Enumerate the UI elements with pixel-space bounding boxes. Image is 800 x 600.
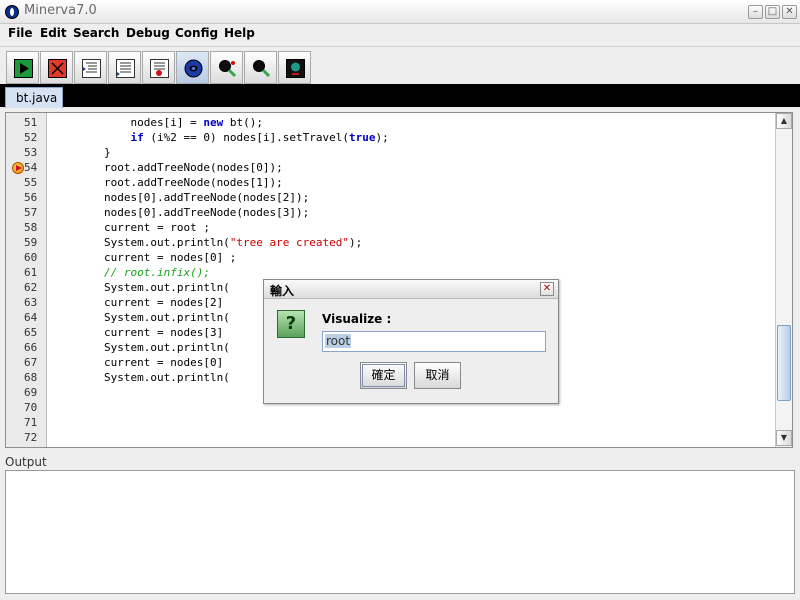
line-number: 58 [24, 221, 38, 234]
dialog-prompt: Visualize : [322, 312, 392, 326]
breakpoint-icon [150, 59, 169, 78]
code-line: current = nodes[0] ; [51, 251, 237, 264]
app-icon [5, 5, 19, 19]
line-number: 66 [24, 341, 38, 354]
minimize-button[interactable]: – [748, 5, 763, 19]
line-number: 69 [24, 386, 38, 399]
tab-bt-java[interactable]: bt.java [5, 87, 63, 108]
step-over-button[interactable] [108, 51, 141, 84]
line-number: 57 [24, 206, 38, 219]
dialog-title: 輸入 [270, 284, 295, 298]
line-number: 63 [24, 296, 38, 309]
code-line: nodes[0].addTreeNode(nodes[3]); [51, 206, 310, 219]
zoom-out-button[interactable] [244, 51, 277, 84]
line-number: 51 [24, 116, 38, 129]
line-number: 70 [24, 401, 38, 414]
menu-help[interactable]: Help [224, 26, 255, 40]
zoom-in-button[interactable] [210, 51, 243, 84]
code-line: nodes[0].addTreeNode(nodes[2]); [51, 191, 310, 204]
scrollbar-thumb[interactable] [777, 325, 791, 401]
output-label: Output [5, 455, 47, 469]
code-line: current = nodes[2] [51, 296, 224, 309]
code-line: System.out.println( [51, 371, 230, 384]
window-title: Minerva7.0 [24, 3, 97, 18]
breakpoint-button[interactable] [142, 51, 175, 84]
maximize-button[interactable]: □ [765, 5, 780, 19]
vertical-scrollbar[interactable]: ▲ ▼ [775, 113, 792, 447]
line-number: 60 [24, 251, 38, 264]
menu-search[interactable]: Search [73, 26, 119, 40]
run-button[interactable] [6, 51, 39, 84]
tab-strip: bt.java [0, 84, 800, 108]
display-button[interactable] [278, 51, 311, 84]
code-line: root.addTreeNode(nodes[1]); [51, 176, 283, 189]
stop-button[interactable] [40, 51, 73, 84]
code-line: root.addTreeNode(nodes[0]); [51, 161, 283, 174]
line-number: 54 [24, 161, 38, 174]
eye-icon [184, 59, 203, 78]
line-number: 52 [24, 131, 38, 144]
code-line: nodes[i] = new bt(); [51, 116, 263, 129]
line-number: 68 [24, 371, 38, 384]
scroll-up-arrow-icon[interactable]: ▲ [776, 113, 792, 129]
code-line: current = nodes[0] [51, 356, 224, 369]
magnifier-plus-icon [219, 60, 237, 78]
toolbar [0, 46, 800, 84]
line-number: 53 [24, 146, 38, 159]
cancel-button[interactable]: 取消 [414, 362, 461, 389]
line-number-gutter[interactable]: 51 52 53 54 55 56 57 58 59 60 61 62 63 6… [6, 113, 47, 447]
menu-file[interactable]: File [8, 26, 33, 40]
step-over-icon [116, 59, 135, 78]
dialog-close-icon[interactable]: ✕ [540, 282, 554, 296]
code-line: System.out.println( [51, 311, 230, 324]
title-bar: Minerva7.0 – □ ✕ [0, 0, 800, 24]
code-line: if (i%2 == 0) nodes[i].setTravel(true); [130, 131, 389, 144]
input-dialog: 輸入 ✕ ? Visualize : root 確定 取消 [263, 279, 559, 404]
monitor-icon [286, 59, 305, 78]
dialog-title-bar[interactable]: 輸入 ✕ [264, 280, 558, 299]
line-number: 62 [24, 281, 38, 294]
line-number: 59 [24, 236, 38, 249]
stop-icon [48, 59, 67, 78]
line-number: 55 [24, 176, 38, 189]
menu-bar: File Edit Search Debug Config Help [0, 24, 800, 45]
play-icon [14, 59, 33, 78]
menu-edit[interactable]: Edit [40, 26, 67, 40]
scroll-down-arrow-icon[interactable]: ▼ [776, 430, 792, 446]
line-number: 65 [24, 326, 38, 339]
magnifier-icon [253, 60, 271, 78]
code-line: System.out.println( [51, 281, 230, 294]
ok-button[interactable]: 確定 [360, 362, 407, 389]
code-line: } [51, 146, 111, 159]
code-line: System.out.println("tree are created"); [51, 236, 363, 249]
visualize-button[interactable] [176, 51, 209, 84]
line-number: 72 [24, 431, 38, 444]
line-number: 61 [24, 266, 38, 279]
close-button[interactable]: ✕ [782, 5, 797, 19]
line-number: 71 [24, 416, 38, 429]
menu-config[interactable]: Config [175, 26, 218, 40]
question-icon: ? [277, 310, 305, 338]
visualize-input[interactable]: root [322, 331, 546, 352]
code-line: current = root ; [51, 221, 210, 234]
input-selected-text: root [325, 334, 352, 348]
line-number: 64 [24, 311, 38, 324]
code-line: current = nodes[3] [51, 326, 224, 339]
line-number: 67 [24, 356, 38, 369]
breakpoint-marker-icon[interactable] [12, 162, 24, 174]
menu-debug[interactable]: Debug [126, 26, 170, 40]
code-line: // root.infix(); [103, 266, 210, 279]
output-panel[interactable] [5, 470, 795, 594]
code-line: System.out.println( [51, 341, 230, 354]
step-icon [82, 59, 101, 78]
step-button[interactable] [74, 51, 107, 84]
line-number: 56 [24, 191, 38, 204]
